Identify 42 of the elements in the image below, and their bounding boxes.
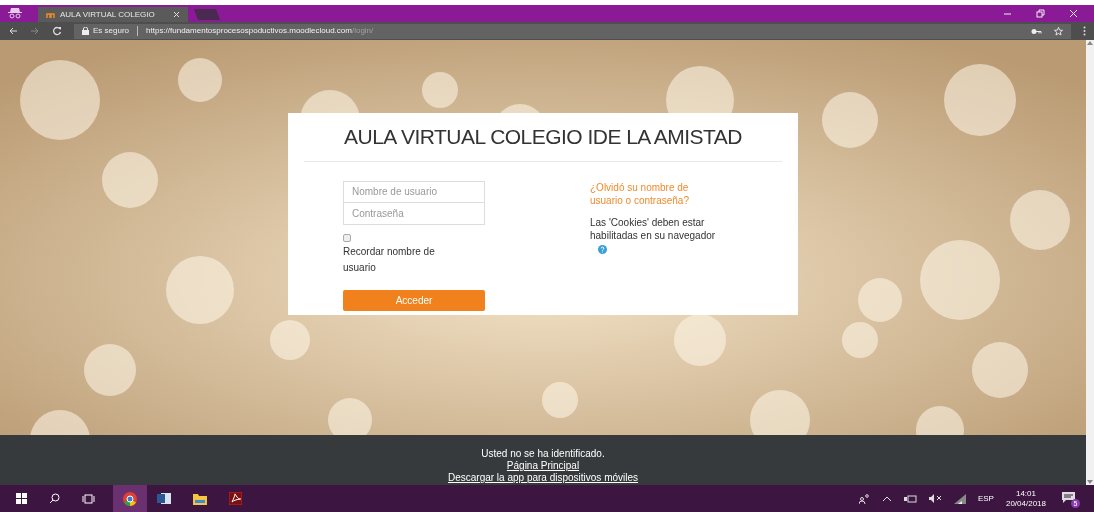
clock-time: 14:01 bbox=[1015, 488, 1036, 499]
menu-icon[interactable] bbox=[1083, 26, 1086, 36]
browser-tab[interactable]: AULA VIRTUAL COLEGIO bbox=[38, 7, 188, 22]
search-icon[interactable] bbox=[49, 493, 60, 504]
remember-label: Recordar nombre de usuario bbox=[343, 244, 436, 275]
pdf-reader-icon[interactable] bbox=[229, 492, 242, 505]
key-icon[interactable] bbox=[1031, 27, 1042, 35]
folder-icon[interactable] bbox=[193, 492, 207, 505]
page-title: AULA VIRTUAL COLEGIO IDE LA AMISTAD bbox=[343, 124, 743, 150]
chevron-up-icon[interactable] bbox=[881, 495, 892, 502]
windows-start-icon[interactable] bbox=[16, 493, 27, 504]
star-icon[interactable] bbox=[1054, 26, 1063, 36]
close-icon[interactable] bbox=[1069, 9, 1078, 18]
moodle-logo-icon bbox=[46, 11, 56, 18]
incognito-icon bbox=[8, 7, 22, 19]
close-icon[interactable] bbox=[173, 11, 180, 18]
footer-link[interactable]: Página Principal bbox=[506, 460, 580, 472]
back-arrow-icon[interactable] bbox=[8, 26, 18, 36]
secure-label: Es seguro bbox=[93, 25, 130, 37]
clock-date: 20/04/2018 bbox=[1005, 498, 1046, 509]
word-icon[interactable] bbox=[157, 492, 171, 505]
login-status: Usted no se ha identificado. bbox=[481, 448, 605, 460]
reload-icon[interactable] bbox=[52, 26, 62, 36]
restore-icon[interactable] bbox=[1036, 9, 1045, 18]
address-bar[interactable]: Es seguro https://fundamentosprocesospoductivos.moodlecloud.com/login/ bbox=[74, 23, 1071, 39]
language-indicator[interactable]: ESP bbox=[977, 492, 994, 505]
clock[interactable]: 14:01 20/04/2018 bbox=[1005, 488, 1046, 509]
password-field[interactable]: Contraseña bbox=[343, 202, 485, 225]
notifications-icon[interactable] bbox=[1062, 491, 1075, 503]
people-icon[interactable] bbox=[858, 493, 870, 504]
footer-link[interactable]: Descargar la app para dispositivos móviles bbox=[447, 472, 639, 484]
wifi-icon[interactable] bbox=[953, 493, 966, 504]
battery-icon[interactable] bbox=[903, 494, 917, 503]
remember-checkbox[interactable] bbox=[343, 233, 351, 242]
url-text: https://fundamentosprocesospoductivos.moodlecloud.com/login/ bbox=[146, 25, 374, 37]
task-view-icon[interactable] bbox=[82, 493, 95, 504]
muted-speaker-icon[interactable] bbox=[928, 494, 942, 503]
cookies-note: Las 'Cookies' deben estar habilitadas en su navegador bbox=[590, 215, 717, 242]
username-field[interactable]: Nombre de usuario bbox=[343, 180, 485, 203]
help-icon[interactable] bbox=[598, 244, 607, 254]
lock-icon bbox=[82, 27, 89, 35]
chrome-icon[interactable] bbox=[123, 491, 137, 506]
